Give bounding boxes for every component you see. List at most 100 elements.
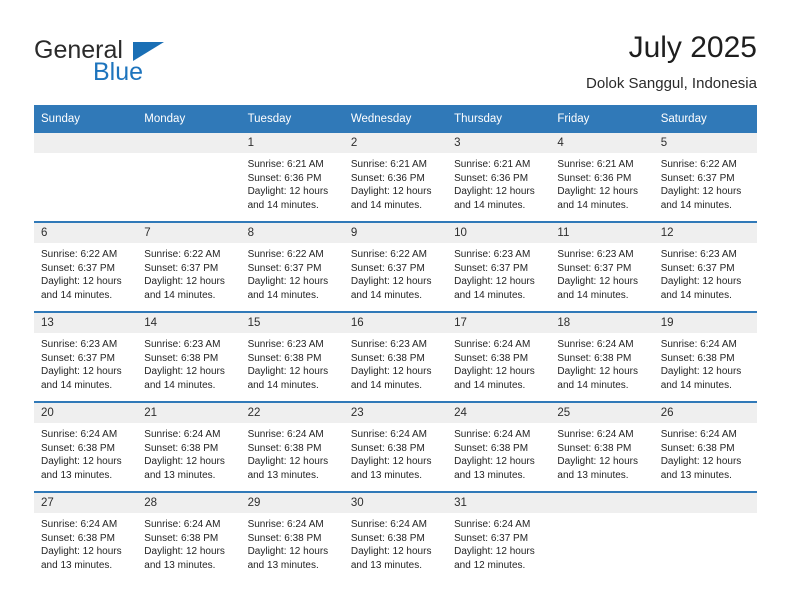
daylight-text-line2: and 14 minutes. [454, 199, 526, 211]
sunset-text: Sunset: 6:37 PM [144, 262, 219, 274]
day-cell[interactable]: 14 Sunrise: 6:23 AM Sunset: 6:38 PM Dayl… [137, 311, 241, 402]
day-cell[interactable]: 30 Sunrise: 6:24 AM Sunset: 6:38 PM Dayl… [343, 491, 448, 581]
daylight-text-line2: and 14 minutes. [660, 379, 732, 391]
sunset-text: Sunset: 6:37 PM [660, 262, 735, 274]
day-number: 18 [550, 313, 654, 333]
day-number [137, 133, 241, 153]
daylight-text-line2: and 14 minutes. [557, 379, 629, 391]
day-details: Sunrise: 6:24 AM Sunset: 6:38 PM Dayligh… [34, 423, 137, 482]
sunset-text: Sunset: 6:38 PM [454, 352, 529, 364]
day-details: Sunrise: 6:23 AM Sunset: 6:38 PM Dayligh… [137, 333, 240, 392]
day-number: 4 [550, 133, 654, 153]
sunset-text: Sunset: 6:38 PM [350, 532, 425, 544]
day-details [137, 153, 240, 158]
daylight-text-line1: Daylight: 12 hours [350, 546, 432, 558]
day-number: 21 [137, 403, 241, 423]
day-cell[interactable]: 1 Sunrise: 6:21 AM Sunset: 6:36 PM Dayli… [240, 133, 344, 222]
day-number: 28 [137, 493, 241, 513]
page-title: July 2025 [628, 31, 757, 64]
daylight-text-line2: and 13 minutes. [350, 559, 423, 571]
day-details: Sunrise: 6:21 AM Sunset: 6:36 PM Dayligh… [550, 153, 653, 212]
daylight-text-line1: Daylight: 12 hours [247, 186, 329, 198]
sunset-text: Sunset: 6:38 PM [660, 442, 735, 454]
day-cell[interactable]: 11 Sunrise: 6:23 AM Sunset: 6:37 PM Dayl… [550, 221, 654, 312]
day-cell[interactable] [653, 491, 757, 581]
daylight-text-line2: and 13 minutes. [454, 469, 526, 481]
logo-text-blue: Blue [93, 58, 144, 86]
day-details [550, 513, 653, 518]
day-cell[interactable]: 5 Sunrise: 6:22 AM Sunset: 6:37 PM Dayli… [653, 133, 757, 222]
daylight-text-line1: Daylight: 12 hours [557, 186, 639, 198]
weekday-header-saturday: Saturday [653, 105, 757, 133]
daylight-text-line2: and 14 minutes. [454, 289, 526, 301]
daylight-text-line2: and 13 minutes. [660, 469, 732, 481]
daylight-text-line1: Daylight: 12 hours [144, 456, 225, 468]
day-cell[interactable]: 17 Sunrise: 6:24 AM Sunset: 6:38 PM Dayl… [447, 311, 551, 402]
day-cell[interactable]: 16 Sunrise: 6:23 AM Sunset: 6:38 PM Dayl… [343, 311, 448, 402]
day-number: 17 [447, 313, 551, 333]
day-cell[interactable]: 2 Sunrise: 6:21 AM Sunset: 6:36 PM Dayli… [343, 133, 448, 222]
day-cell[interactable]: 12 Sunrise: 6:23 AM Sunset: 6:37 PM Dayl… [653, 221, 757, 312]
day-cell[interactable]: 3 Sunrise: 6:21 AM Sunset: 6:36 PM Dayli… [447, 133, 551, 222]
day-cell[interactable]: 9 Sunrise: 6:22 AM Sunset: 6:37 PM Dayli… [343, 221, 448, 312]
day-details: Sunrise: 6:24 AM Sunset: 6:38 PM Dayligh… [344, 513, 447, 572]
day-details: Sunrise: 6:23 AM Sunset: 6:37 PM Dayligh… [34, 333, 137, 392]
day-cell[interactable]: 28 Sunrise: 6:24 AM Sunset: 6:38 PM Dayl… [137, 491, 241, 581]
day-number: 3 [447, 133, 551, 153]
day-cell[interactable] [34, 133, 138, 222]
day-cell[interactable]: 18 Sunrise: 6:24 AM Sunset: 6:38 PM Dayl… [550, 311, 654, 402]
day-cell[interactable]: 4 Sunrise: 6:21 AM Sunset: 6:36 PM Dayli… [550, 133, 654, 222]
day-number: 31 [447, 493, 551, 513]
day-number: 24 [447, 403, 551, 423]
daylight-text-line1: Daylight: 12 hours [660, 366, 742, 378]
calendar-week-row: 20 Sunrise: 6:24 AM Sunset: 6:38 PM Dayl… [34, 401, 757, 492]
day-cell[interactable]: 7 Sunrise: 6:22 AM Sunset: 6:37 PM Dayli… [137, 221, 241, 312]
sunrise-text: Sunrise: 6:23 AM [557, 249, 634, 260]
day-details: Sunrise: 6:24 AM Sunset: 6:38 PM Dayligh… [241, 513, 344, 572]
day-cell[interactable]: 27 Sunrise: 6:24 AM Sunset: 6:38 PM Dayl… [34, 491, 138, 581]
day-cell[interactable]: 22 Sunrise: 6:24 AM Sunset: 6:38 PM Dayl… [240, 401, 344, 492]
day-cell[interactable]: 23 Sunrise: 6:24 AM Sunset: 6:38 PM Dayl… [343, 401, 448, 492]
daylight-text-line2: and 14 minutes. [247, 289, 319, 301]
day-cell[interactable]: 10 Sunrise: 6:23 AM Sunset: 6:37 PM Dayl… [447, 221, 551, 312]
day-cell[interactable]: 26 Sunrise: 6:24 AM Sunset: 6:38 PM Dayl… [653, 401, 757, 492]
sunrise-text: Sunrise: 6:23 AM [350, 339, 427, 350]
day-cell[interactable] [550, 491, 654, 581]
day-cell[interactable]: 31 Sunrise: 6:24 AM Sunset: 6:37 PM Dayl… [447, 491, 551, 581]
sunset-text: Sunset: 6:38 PM [350, 442, 425, 454]
sunset-text: Sunset: 6:36 PM [557, 172, 632, 184]
daylight-text-line2: and 14 minutes. [247, 379, 319, 391]
day-cell[interactable]: 29 Sunrise: 6:24 AM Sunset: 6:38 PM Dayl… [240, 491, 344, 581]
daylight-text-line2: and 13 minutes. [247, 559, 319, 571]
daylight-text-line1: Daylight: 12 hours [41, 276, 122, 288]
day-cell[interactable]: 25 Sunrise: 6:24 AM Sunset: 6:38 PM Dayl… [550, 401, 654, 492]
day-details: Sunrise: 6:24 AM Sunset: 6:38 PM Dayligh… [34, 513, 137, 572]
day-number: 8 [240, 223, 344, 243]
sunset-text: Sunset: 6:36 PM [247, 172, 322, 184]
day-cell[interactable]: 21 Sunrise: 6:24 AM Sunset: 6:38 PM Dayl… [137, 401, 241, 492]
sunrise-text: Sunrise: 6:21 AM [350, 159, 427, 170]
sunset-text: Sunset: 6:38 PM [41, 442, 115, 454]
daylight-text-line2: and 13 minutes. [557, 469, 629, 481]
day-cell[interactable]: 19 Sunrise: 6:24 AM Sunset: 6:38 PM Dayl… [653, 311, 757, 402]
day-cell[interactable]: 13 Sunrise: 6:23 AM Sunset: 6:37 PM Dayl… [34, 311, 138, 402]
day-cell[interactable]: 24 Sunrise: 6:24 AM Sunset: 6:38 PM Dayl… [447, 401, 551, 492]
day-cell[interactable]: 20 Sunrise: 6:24 AM Sunset: 6:38 PM Dayl… [34, 401, 138, 492]
calendar-week-row: 13 Sunrise: 6:23 AM Sunset: 6:37 PM Dayl… [34, 311, 757, 402]
day-cell[interactable]: 6 Sunrise: 6:22 AM Sunset: 6:37 PM Dayli… [34, 221, 138, 312]
day-details: Sunrise: 6:21 AM Sunset: 6:36 PM Dayligh… [241, 153, 344, 212]
daylight-text-line2: and 14 minutes. [660, 199, 732, 211]
day-details: Sunrise: 6:24 AM Sunset: 6:38 PM Dayligh… [137, 513, 240, 572]
sunrise-text: Sunrise: 6:24 AM [660, 339, 737, 350]
day-cell[interactable] [137, 133, 241, 222]
daylight-text-line1: Daylight: 12 hours [454, 546, 535, 558]
sunset-text: Sunset: 6:37 PM [454, 262, 529, 274]
day-number [653, 493, 757, 513]
day-number: 29 [240, 493, 344, 513]
day-cell[interactable]: 15 Sunrise: 6:23 AM Sunset: 6:38 PM Dayl… [240, 311, 344, 402]
daylight-text-line2: and 14 minutes. [350, 289, 423, 301]
day-cell[interactable]: 8 Sunrise: 6:22 AM Sunset: 6:37 PM Dayli… [240, 221, 344, 312]
day-details [654, 513, 757, 518]
day-details: Sunrise: 6:24 AM Sunset: 6:37 PM Dayligh… [447, 513, 550, 572]
sunset-text: Sunset: 6:37 PM [454, 532, 529, 544]
